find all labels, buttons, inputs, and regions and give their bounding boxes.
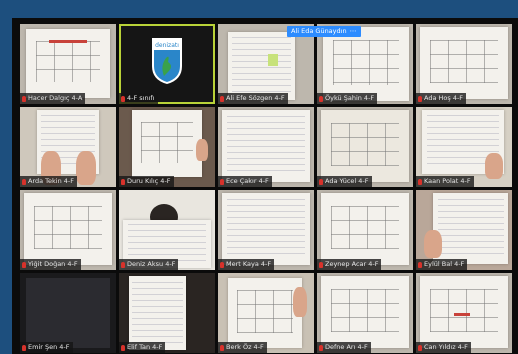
participant-name-label: Ada Yücel 4-F	[317, 176, 372, 187]
participant-name-label: Hacer Dalgıç 4-A	[20, 93, 86, 104]
participant-tile[interactable]: Yiğit Doğan 4-F	[20, 190, 116, 270]
mic-muted-icon	[319, 261, 323, 268]
mic-muted-icon	[319, 178, 323, 185]
participant-tile[interactable]: Ece Çakır 4-F	[218, 107, 314, 187]
mic-muted-icon	[418, 261, 422, 268]
mic-muted-icon	[319, 95, 323, 102]
participant-tile[interactable]: Defne Arı 4-F	[317, 273, 413, 353]
participant-name-label: Emir Şen 4-F	[20, 342, 73, 353]
mic-muted-icon	[22, 344, 26, 351]
participant-name-label: Yiğit Doğan 4-F	[20, 259, 81, 270]
participant-tile[interactable]: Elif Tan 4-F	[119, 273, 215, 353]
mic-muted-icon	[121, 178, 125, 185]
participant-tile[interactable]: Mert Kaya 4-F	[218, 190, 314, 270]
mic-muted-icon	[121, 344, 125, 351]
participant-tile[interactable]: Hacer Dalgıç 4-A	[20, 24, 116, 104]
mic-muted-icon	[121, 261, 125, 268]
mic-muted-icon	[418, 178, 422, 185]
participant-tile[interactable]: Ada Yücel 4-F	[317, 107, 413, 187]
participant-name-label: Öykü Şahin 4-F	[317, 93, 378, 104]
mic-muted-icon	[220, 95, 224, 102]
mic-muted-icon	[22, 178, 26, 185]
mic-muted-icon	[220, 261, 224, 268]
participant-name-label: Ece Çakır 4-F	[218, 176, 272, 187]
participant-name-label: Arda Tekin 4-F	[20, 176, 78, 187]
participant-tile[interactable]: Can Yıldız 4-F	[416, 273, 512, 353]
participant-name-label: Can Yıldız 4-F	[416, 342, 471, 353]
mic-muted-icon	[418, 344, 422, 351]
participant-grid: Hacer Dalgıç 4-A denizatı 4-F sınıfı Ali…	[20, 24, 512, 353]
participant-tile[interactable]: Eylül Bal 4-F	[416, 190, 512, 270]
mic-muted-icon	[220, 344, 224, 351]
svg-text:denizatı: denizatı	[155, 42, 179, 49]
participant-name-label: Berk Öz 4-F	[218, 342, 267, 353]
participant-tile[interactable]: Duru Kılıç 4-F	[119, 107, 215, 187]
participant-name-label: Defne Arı 4-F	[317, 342, 371, 353]
participant-name-label: Ada Hoş 4-F	[416, 93, 467, 104]
more-options-icon[interactable]: ⋯	[350, 26, 357, 37]
participant-name-label: Elif Tan 4-F	[119, 342, 166, 353]
school-logo-icon: denizatı	[152, 38, 182, 84]
participant-name-label: Zeynep Acar 4-F	[317, 259, 382, 270]
participant-name-label: Deniz Aksu 4-F	[119, 259, 179, 270]
video-gallery-frame: Hacer Dalgıç 4-A denizatı 4-F sınıfı Ali…	[12, 18, 518, 354]
pinned-participant-chip[interactable]: Ali Eda Günaydın ⋯	[287, 26, 361, 37]
participant-tile[interactable]: Berk Öz 4-F	[218, 273, 314, 353]
participant-name-label: 4-F sınıfı	[119, 93, 158, 104]
mic-muted-icon	[418, 95, 422, 102]
participant-tile[interactable]: Emir Şen 4-F	[20, 273, 116, 353]
participant-name-label: Eylül Bal 4-F	[416, 259, 468, 270]
participant-tile[interactable]: Kaan Polat 4-F	[416, 107, 512, 187]
participant-name-label: Kaan Polat 4-F	[416, 176, 474, 187]
participant-tile[interactable]: Zeynep Acar 4-F	[317, 190, 413, 270]
participant-name-label: Ali Efe Sözgen 4-F	[218, 93, 288, 104]
mic-muted-icon	[22, 95, 26, 102]
participant-tile-host[interactable]: denizatı 4-F sınıfı	[119, 24, 215, 104]
participant-name-label: Duru Kılıç 4-F	[119, 176, 174, 187]
mic-muted-icon	[22, 261, 26, 268]
mic-muted-icon	[220, 178, 224, 185]
mic-muted-icon	[121, 95, 125, 102]
participant-name-label: Mert Kaya 4-F	[218, 259, 275, 270]
mic-muted-icon	[319, 344, 323, 351]
participant-tile[interactable]: Deniz Aksu 4-F	[119, 190, 215, 270]
participant-tile[interactable]: Arda Tekin 4-F	[20, 107, 116, 187]
participant-tile[interactable]: Ada Hoş 4-F	[416, 24, 512, 104]
